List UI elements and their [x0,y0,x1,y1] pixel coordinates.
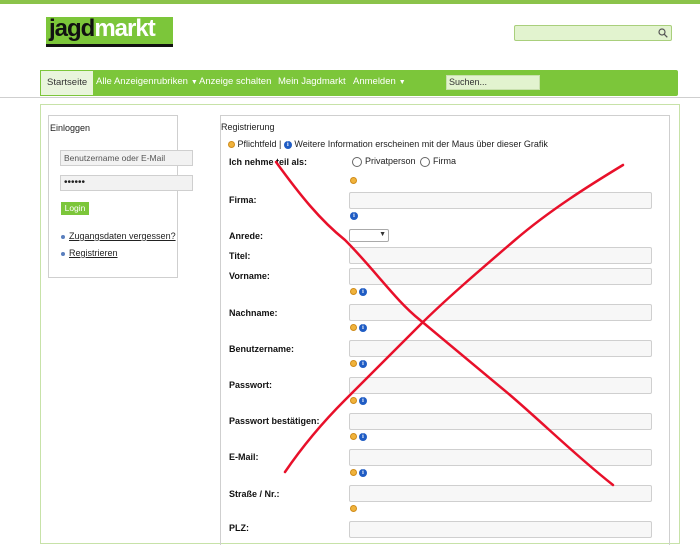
radio-circle-icon [420,156,430,167]
required-bulb-icon [350,433,357,441]
bullet-icon [61,251,65,256]
radio-firma[interactable]: Firma [420,156,456,167]
passwort-field[interactable] [349,377,652,394]
field-label-benutzername: Benutzername: [229,344,295,354]
radio-circle-icon [352,156,362,167]
nav-alle-anzeigenrubriken[interactable]: Alle Anzeigenrubriken ▼ [96,70,198,96]
top-accent-line [0,0,700,4]
anrede-select[interactable]: ▼ [349,229,389,242]
info-icon[interactable]: i [350,211,358,220]
firma-field[interactable] [349,192,652,209]
info-icon[interactable]: i [359,432,367,441]
register-link[interactable]: Registrieren [61,248,118,258]
field-label-firma: Firma: [229,195,257,205]
plz-field[interactable] [349,521,652,538]
vorname-field[interactable] [349,268,652,285]
info-icon[interactable]: i [359,396,367,405]
nav-anmelden[interactable]: Anmelden ▼ [353,70,406,96]
field-label-nachname: Nachname: [229,308,278,318]
field-label-passwort-bestaetigen: Passwort bestätigen: [229,416,320,426]
info-icon[interactable]: i [359,323,367,332]
bullet-icon [61,234,65,239]
header-divider [0,97,700,98]
radio-privatperson[interactable]: Privatperson [352,156,416,167]
nav-search-input[interactable]: Suchen... [446,75,540,90]
jagdmarkt-logo[interactable]: jagdmarkt [46,15,173,47]
forgot-credentials-link[interactable]: Zugangsdaten vergessen? [61,231,176,241]
field-label-titel: Titel: [229,251,251,261]
field-label-anrede: Anrede: [229,231,264,241]
chevron-down-icon: ▼ [190,79,198,86]
nachname-field[interactable] [349,304,652,321]
chevron-down-icon: ▼ [379,231,386,238]
main-navigation: Startseite Alle Anzeigenrubriken ▼ Anzeig… [40,70,678,96]
required-bulb-icon [350,324,357,332]
info-icon[interactable]: i [359,359,367,368]
info-icon[interactable]: i [359,468,367,477]
required-bulb-icon [350,288,357,296]
benutzername-field[interactable] [349,340,652,357]
username-input[interactable]: Benutzername oder E-Mail [60,150,193,166]
legend-row: Pflichtfeld | i Weitere Information ersc… [228,139,548,149]
required-bulb-icon [350,177,357,185]
password-input[interactable]: •••••• [60,175,193,191]
participate-label: Ich nehme teil als: [229,157,308,167]
registration-panel [220,115,670,545]
logo-text-light: markt [94,15,155,42]
nav-startseite[interactable]: Startseite [40,70,95,96]
nav-anzeige-schalten[interactable]: Anzeige schalten [199,70,271,96]
info-icon: i [283,140,292,149]
registration-title: Registrierung [221,122,275,132]
titel-field[interactable] [349,247,652,264]
chevron-down-icon: ▼ [398,79,406,86]
login-title: Einloggen [50,123,91,133]
required-bulb-icon [228,141,235,149]
header-search-input[interactable] [514,25,672,41]
info-icon[interactable]: i [359,287,367,296]
required-bulb-icon [350,360,357,368]
search-icon[interactable] [658,28,668,38]
field-label-email: E-Mail: [229,452,259,462]
passwort-bestaetigen-field[interactable] [349,413,652,430]
login-button[interactable]: Login [61,202,89,215]
field-label-strasse: Straße / Nr.: [229,489,280,499]
field-label-passwort: Passwort: [229,380,273,390]
logo-text-dark: jagd [49,15,95,42]
field-label-vorname: Vorname: [229,271,270,281]
required-bulb-icon [350,397,357,405]
strasse-field[interactable] [349,485,652,502]
email-field[interactable] [349,449,652,466]
nav-mein-jagdmarkt[interactable]: Mein Jagdmarkt [278,70,346,96]
required-bulb-icon [350,469,357,477]
logo-underline [46,44,173,47]
required-bulb-icon [350,505,357,513]
